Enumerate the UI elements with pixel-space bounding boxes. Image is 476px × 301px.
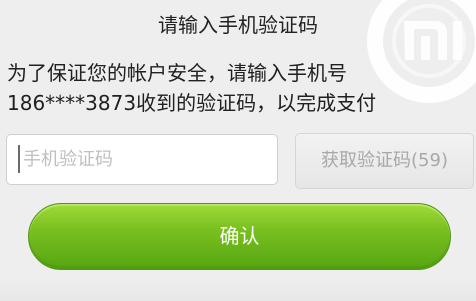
page-title: 请输入手机验证码: [158, 13, 318, 37]
instruction-line-1: 为了保证您的帐户安全，请输入手机号: [7, 61, 347, 85]
text-cursor: [18, 145, 20, 173]
verification-code-input[interactable]: [6, 134, 278, 185]
verification-dialog: 请输入手机验证码 为了保证您的帐户安全，请输入手机号 186****3873收到…: [0, 0, 476, 301]
instruction-text: 为了保证您的帐户安全，请输入手机号 186****3873收到的验证码，以完成支…: [7, 58, 462, 118]
bottom-background: [0, 276, 476, 301]
confirm-button[interactable]: 确认: [28, 203, 451, 270]
resend-code-button[interactable]: 获取验证码(59): [295, 133, 474, 189]
instruction-line-2: 186****3873收到的验证码，以完成支付: [7, 91, 377, 115]
